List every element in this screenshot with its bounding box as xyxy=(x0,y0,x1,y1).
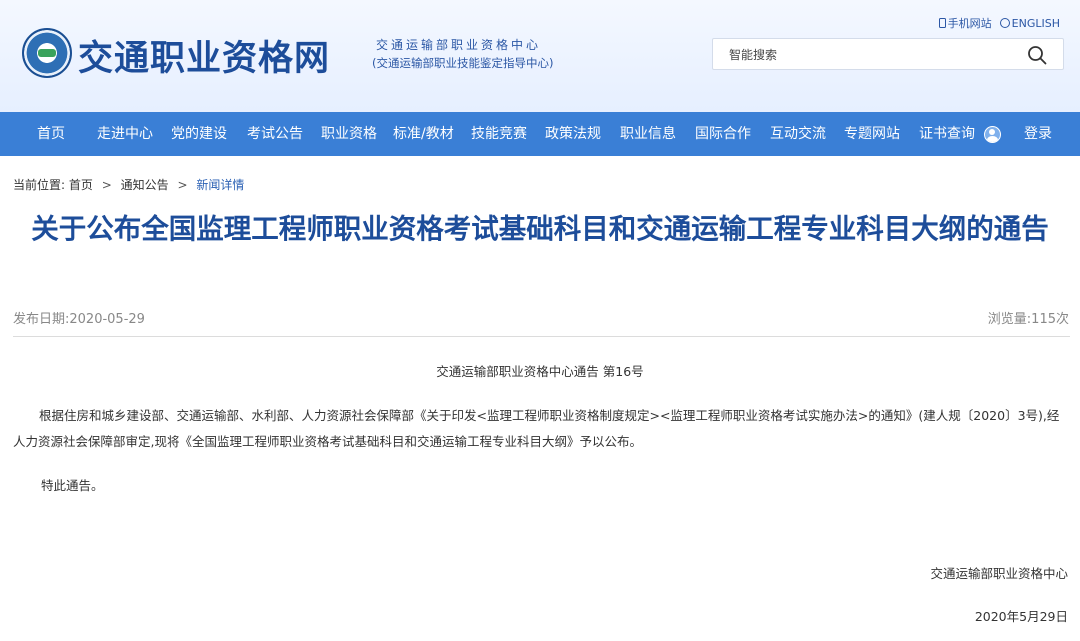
search-icon[interactable] xyxy=(1027,45,1047,65)
top-links: 手机网站 ENGLISH xyxy=(938,15,1060,31)
mobile-site-label: 手机网站 xyxy=(947,17,992,30)
site-logo[interactable] xyxy=(22,28,72,78)
signature-date: 2020年5月29日 xyxy=(974,609,1068,624)
search-input[interactable] xyxy=(729,45,1019,65)
breadcrumb-home[interactable]: 首页 xyxy=(69,178,93,192)
login-link[interactable]: 登录 xyxy=(1024,112,1052,156)
user-icon[interactable] xyxy=(984,126,1001,143)
nav-item-certificate-query[interactable]: 证书查询 xyxy=(919,112,975,156)
breadcrumb: 当前位置: 首页 > 通知公告 > 新闻详情 xyxy=(13,176,244,193)
nav-item-policies[interactable]: 政策法规 xyxy=(545,112,601,156)
article-closing: 特此通告。 xyxy=(41,478,104,493)
nav-item-exam-notices[interactable]: 考试公告 xyxy=(247,112,303,156)
nav-item-international[interactable]: 国际合作 xyxy=(695,112,751,156)
notice-number: 交通运输部职业资格中心通告 第16号 xyxy=(436,364,644,379)
site-name[interactable]: 交通职业资格网 xyxy=(78,30,330,81)
org-subname: (交通运输部职业技能鉴定指导中心) xyxy=(372,56,554,70)
main-nav: 首页 走进中心 党的建设 考试公告 职业资格 标准/教材 技能竞赛 政策法规 职… xyxy=(0,112,1080,156)
article-title: 关于公布全国监理工程师职业资格考试基础科目和交通运输工程专业科目大纲的通告 xyxy=(31,213,1049,245)
nav-item-interaction[interactable]: 互动交流 xyxy=(770,112,826,156)
signature-org: 交通运输部职业资格中心 xyxy=(930,566,1068,581)
breadcrumb-prefix: 当前位置: xyxy=(13,178,66,192)
breadcrumb-separator: > xyxy=(177,178,188,192)
view-count: 浏览量:115次 xyxy=(987,312,1069,327)
article-paragraph: 根据住房和城乡建设部、交通运输部、水利部、人力资源社会保障部《关于印发<监理工程… xyxy=(13,408,1060,449)
nav-item-qualifications[interactable]: 职业资格 xyxy=(321,112,377,156)
nav-item-standards[interactable]: 标准/教材 xyxy=(393,112,454,156)
divider xyxy=(13,336,1070,337)
nav-item-about[interactable]: 走进中心 xyxy=(97,112,153,156)
breadcrumb-current[interactable]: 新闻详情 xyxy=(196,178,244,192)
site-header: 交通职业资格网 交通运输部职业资格中心 (交通运输部职业技能鉴定指导中心) 手机… xyxy=(0,0,1080,112)
breadcrumb-notices[interactable]: 通知公告 xyxy=(121,178,169,192)
nav-item-home[interactable]: 首页 xyxy=(37,112,65,156)
english-link[interactable]: ENGLISH xyxy=(999,15,1060,31)
nav-item-party[interactable]: 党的建设 xyxy=(171,112,227,156)
mobile-site-link[interactable]: 手机网站 xyxy=(938,15,992,31)
nav-item-competitions[interactable]: 技能竞赛 xyxy=(471,112,527,156)
english-label: ENGLISH xyxy=(1011,16,1060,30)
globe-icon xyxy=(999,18,1010,28)
phone-icon xyxy=(938,18,946,28)
nav-item-career-info[interactable]: 职业信息 xyxy=(620,112,676,156)
nav-item-topics[interactable]: 专题网站 xyxy=(844,112,900,156)
org-name: 交通运输部职业资格中心 xyxy=(376,38,542,52)
publish-date: 发布日期:2020-05-29 xyxy=(13,312,145,327)
search-box xyxy=(712,38,1064,70)
breadcrumb-separator: > xyxy=(101,178,112,192)
